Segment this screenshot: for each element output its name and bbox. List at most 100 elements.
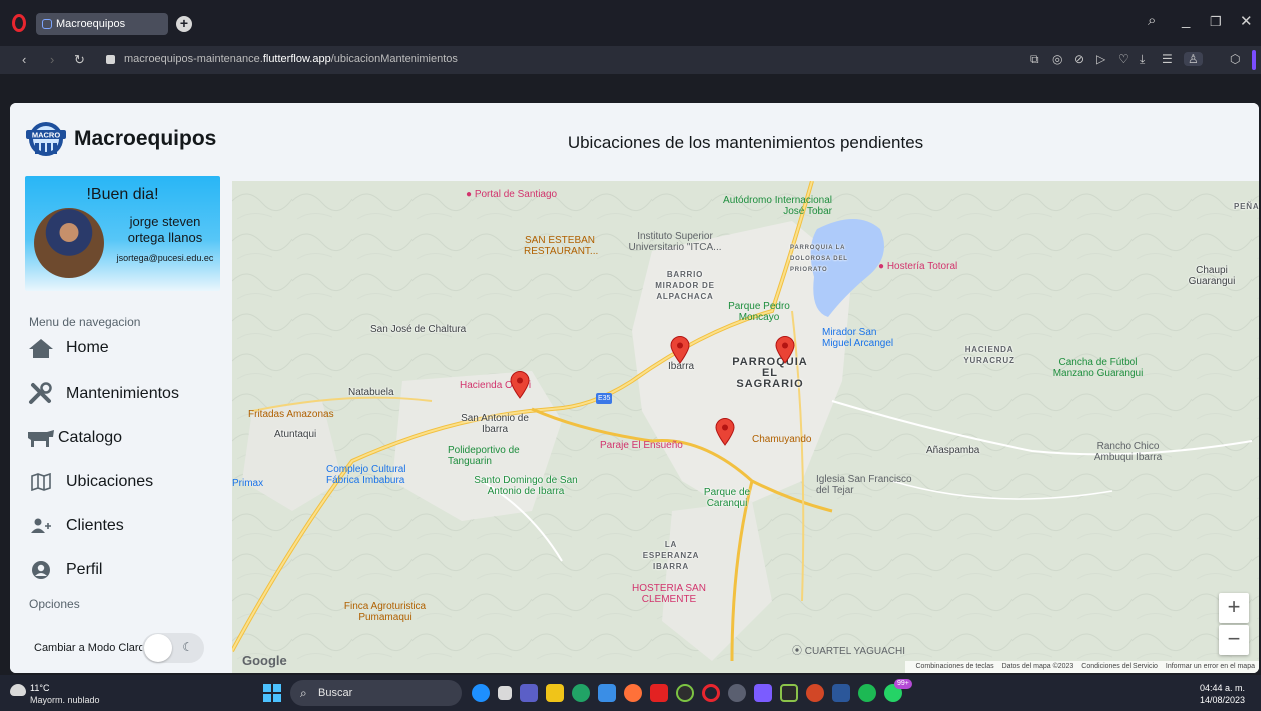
teams-icon[interactable] [520,684,538,702]
spotify-icon[interactable] [858,684,876,702]
greeting-text: !Buen dia! [86,186,159,203]
heart-icon[interactable]: ♡ [1118,52,1129,66]
google-logo: Google [242,653,287,668]
maintenance-marker[interactable] [715,418,735,446]
theme-toggle[interactable]: ☾ [142,633,204,663]
close-window-button[interactable]: ✕ [1240,12,1253,30]
nav-item-label: Ubicaciones [66,473,154,490]
taskbar-search[interactable]: ⌕ Buscar [290,680,462,706]
user-card: !Buen dia! jorge steven ortega llanos js… [25,176,220,291]
maintenance-marker[interactable] [775,336,795,364]
zoom-out-button[interactable]: − [1219,625,1249,655]
weather-desc: Mayorm. nublado [30,695,100,705]
map-poi-label[interactable]: ● Hostería Totoral [878,261,957,272]
player-icon[interactable]: ▷ [1096,52,1105,66]
map-poi-label[interactable]: Paraje El Ensueño [600,440,683,451]
map-poi-label[interactable]: Mirador San Miguel Arcangel [822,327,906,349]
clock-date: 14/08/2023 [1199,695,1245,705]
word-icon[interactable] [832,684,850,702]
mode-toggle-label: Cambiar a Modo Claro [34,642,145,654]
clock-time: 04:44 a. m. [1199,683,1245,693]
cloud-icon[interactable] [10,684,26,696]
map-poi-label[interactable]: Parque Pedro Moncayo [726,301,792,323]
nav-item-label: Home [66,339,109,356]
map-poi-label[interactable]: Complejo Cultural Fábrica Imbabura [326,464,430,486]
browser-tab[interactable]: Macroequipos [36,13,168,35]
maintenance-marker[interactable] [510,371,530,399]
app-purple-icon[interactable] [754,684,772,702]
map-poi-label[interactable]: ● Portal de Santiago [466,189,557,200]
clock[interactable]: 04:44 a. m. 14/08/2023 [1200,682,1245,706]
app-grid-icon[interactable] [780,684,798,702]
task-view-icon[interactable] [498,686,512,700]
search-tabs-icon[interactable]: ⌕ [1148,12,1156,29]
restore-button[interactable]: ❐ [1210,14,1222,30]
map-poi-label[interactable]: Iglesia San Francisco del Tejar [816,474,912,496]
browser-tab-bar: Macroequipos + ⌕ _ ❐ ✕ [0,0,1261,46]
firefox-icon[interactable] [624,684,642,702]
weather-temp: 11°C [30,683,50,693]
easy-setup-icon[interactable]: ☰ [1162,52,1173,66]
minimize-button[interactable]: _ [1182,12,1190,29]
terms-link[interactable]: Condiciones del Servicio [1081,663,1158,670]
copilot-icon[interactable] [472,684,490,702]
edge-icon[interactable] [572,684,590,702]
store-icon[interactable] [598,684,616,702]
profile-icon[interactable]: ♙ [1184,52,1203,66]
map-poi-label[interactable]: SAN ESTEBAN RESTAURANT... [524,235,598,257]
app-circle-icon[interactable] [676,684,694,702]
map-poi-label[interactable]: Finca Agroturistica Pumamaqui [330,601,440,623]
snapshot-icon[interactable]: ⧉ [1030,52,1039,67]
group-add-icon [26,513,56,539]
windows-start-icon[interactable] [263,684,281,702]
map-poi-label[interactable]: Chamuyando [752,434,811,445]
bookmarks-bar [0,74,1261,102]
nav-item-mantenimientos[interactable]: Mantenimientos [26,379,179,409]
map-poi-label[interactable]: Polideportivo de Tanguarin [448,445,522,467]
map-poi-label[interactable]: Fritadas Amazonas [248,409,334,420]
map-poi-label[interactable]: Rancho Chico Ambuqui Ibarra [1084,441,1172,463]
keyboard-shortcuts-link[interactable]: Combinaciones de teclas [915,663,993,670]
tab-favicon-icon [42,19,52,29]
new-tab-button[interactable]: + [176,16,192,32]
github-icon[interactable] [728,684,746,702]
map-poi-label[interactable]: Primax [232,478,263,489]
opera-taskbar-icon[interactable] [702,684,720,702]
nav-item-catalogo[interactable]: Catalogo [26,423,122,453]
map-view[interactable]: San José de Chaltura Natabuela Atuntaqui… [232,181,1259,673]
extensions-icon[interactable]: ⬡ [1230,52,1240,66]
vpn-icon[interactable]: ⊘ [1074,52,1084,66]
nav-item-clientes[interactable]: Clientes [26,511,124,541]
forward-button[interactable]: › [50,52,54,67]
file-explorer-icon[interactable] [546,684,564,702]
map-poi-label[interactable]: HOSTERIA SAN CLEMENTE [628,583,710,605]
opera-logo-icon[interactable] [12,14,26,32]
url-field[interactable]: macroequipos-maintenance.flutterflow.app… [124,53,458,65]
nav-item-ubicaciones[interactable]: Ubicaciones [26,467,153,497]
back-button[interactable]: ‹ [22,52,26,67]
map-poi-label[interactable]: ⦿ CUARTEL YAGUACHI [792,646,905,657]
download-icon[interactable]: ⤓ [1140,52,1145,67]
app-red-icon[interactable] [650,684,668,702]
nav-item-home[interactable]: Home [26,333,109,363]
zoom-in-button[interactable]: + [1219,593,1249,623]
page-title: Ubicaciones de los mantenimientos pendie… [567,133,924,152]
map-poi-label[interactable]: Autódromo Internacional José Tobar [702,195,832,217]
nav-section-label: Menu de navegacion [29,315,141,329]
road-shield: E35 [596,393,613,404]
map-poi-label[interactable]: Instituto Superior Universitario "ITCA..… [620,231,730,253]
brand-name: Macroequipos [74,127,217,150]
nav-item-perfil[interactable]: Perfil [26,555,102,585]
avatar[interactable] [34,208,104,278]
camera-icon[interactable]: ◎ [1052,52,1062,66]
lock-icon [106,55,115,64]
report-error-link[interactable]: Informar un error en el mapa [1166,663,1255,670]
powerpoint-icon[interactable] [806,684,824,702]
maintenance-marker[interactable] [670,336,690,364]
macro-logo-icon: MACRO [24,121,68,157]
page-header: Ubicaciones de los mantenimientos pendie… [232,103,1259,181]
map-place-label: Natabuela [348,387,394,398]
nav-item-label: Catalogo [58,429,123,446]
map-poi-label[interactable]: Cancha de Fútbol Manzano Guarangui [1050,357,1146,379]
reload-button[interactable]: ↻ [74,52,85,68]
